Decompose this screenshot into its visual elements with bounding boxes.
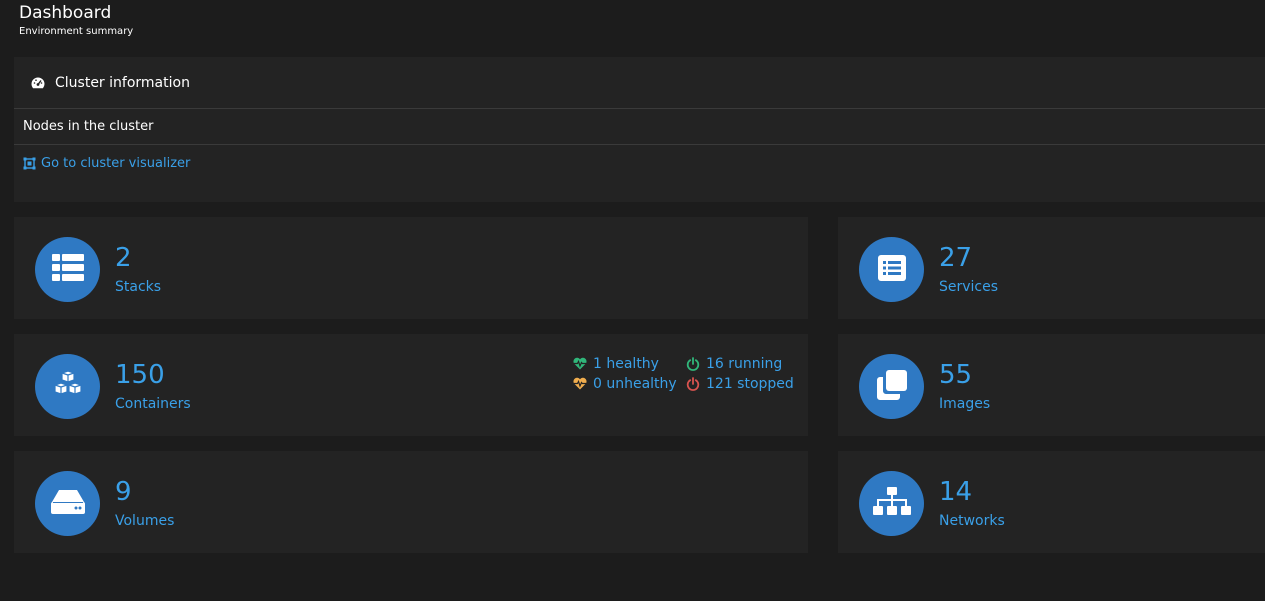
unhealthy-status: 0 unhealthy xyxy=(573,375,677,393)
tachometer-icon xyxy=(30,75,46,91)
images-tile[interactable]: 55 Images xyxy=(838,334,1265,436)
cluster-visualizer-link[interactable]: Go to cluster visualizer xyxy=(14,145,1265,181)
stopped-count: 121 stopped xyxy=(706,376,794,392)
cluster-panel-title: Cluster information xyxy=(55,74,190,91)
volumes-tile[interactable]: 9 Volumes xyxy=(14,451,808,553)
services-icon-circle xyxy=(859,237,924,302)
containers-tile[interactable]: 150 Containers 1 healthy 0 unhealthy 16 … xyxy=(14,334,808,436)
page-subtitle: Environment summary xyxy=(19,26,134,37)
heartbeat-icon xyxy=(573,357,587,371)
power-icon xyxy=(686,377,700,391)
list-alt-icon xyxy=(877,254,906,285)
stacks-icon-circle xyxy=(35,237,100,302)
cluster-visualizer-link-label[interactable]: Go to cluster visualizer xyxy=(41,156,190,171)
volumes-count: 9 xyxy=(115,477,132,507)
cluster-information-panel: Cluster information Nodes in the cluster… xyxy=(14,57,1265,202)
containers-label: Containers xyxy=(115,396,191,412)
nodes-in-cluster-label: Nodes in the cluster xyxy=(14,109,1265,145)
cubes-icon xyxy=(52,369,84,403)
running-status: 16 running xyxy=(686,355,782,373)
hdd-icon xyxy=(50,489,85,518)
networks-tile[interactable]: 14 Networks xyxy=(838,451,1265,553)
volumes-icon-circle xyxy=(35,471,100,536)
stacks-count: 2 xyxy=(115,243,132,273)
cluster-panel-header: Cluster information xyxy=(14,57,1265,109)
services-count: 27 xyxy=(939,243,973,273)
page-header: Dashboard Environment summary xyxy=(19,3,133,39)
images-icon-circle xyxy=(859,354,924,419)
stopped-status: 121 stopped xyxy=(686,375,794,393)
services-tile[interactable]: 27 Services xyxy=(838,217,1265,319)
services-label: Services xyxy=(939,279,999,295)
sitemap-icon xyxy=(872,486,911,521)
containers-count: 150 xyxy=(115,360,165,390)
containers-icon-circle xyxy=(35,354,100,419)
heartbeat-icon xyxy=(573,377,587,391)
object-group-icon xyxy=(23,157,36,170)
running-count: 16 running xyxy=(706,356,783,372)
clone-icon xyxy=(876,369,907,404)
networks-label: Networks xyxy=(939,513,1005,529)
images-label: Images xyxy=(939,396,991,412)
healthy-count: 1 healthy xyxy=(593,356,659,372)
networks-count: 14 xyxy=(939,477,973,507)
stacks-label: Stacks xyxy=(115,279,162,295)
healthy-status: 1 healthy xyxy=(573,355,659,373)
page-title: Dashboard xyxy=(19,3,112,23)
volumes-label: Volumes xyxy=(115,513,175,529)
unhealthy-count: 0 unhealthy xyxy=(593,376,677,392)
power-icon xyxy=(686,357,700,371)
networks-icon-circle xyxy=(859,471,924,536)
images-count: 55 xyxy=(939,360,973,390)
th-list-icon xyxy=(51,253,84,286)
stacks-tile[interactable]: 2 Stacks xyxy=(14,217,808,319)
